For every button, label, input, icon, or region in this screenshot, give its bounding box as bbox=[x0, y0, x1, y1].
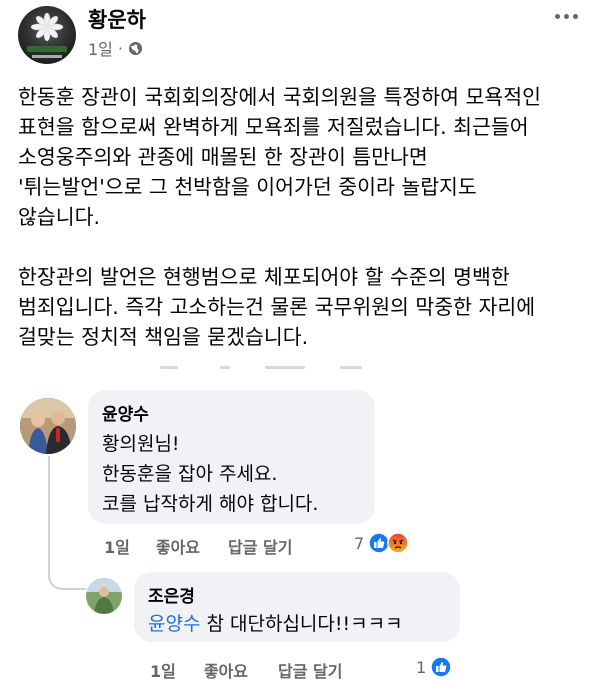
reaction-count: 1 bbox=[416, 657, 427, 677]
author-name[interactable]: 황운하 bbox=[88, 4, 146, 34]
comment-bubble: 윤양수 황의원님! 한동훈을 잡아 주세요. 코를 납작하게 해야 합니다. bbox=[88, 390, 375, 524]
comment: 윤양수 황의원님! 한동훈을 잡아 주세요. 코를 납작하게 해야 합니다. 1… bbox=[0, 390, 600, 570]
globe-icon bbox=[128, 41, 143, 55]
reaction-count: 7 bbox=[354, 533, 365, 553]
reaction-summary[interactable]: 7 bbox=[354, 532, 409, 554]
reply-comment: 조은경 윤양수 참 대단하십니다!!ㅋㅋㅋ 1일 좋아요 답글 달기 1 bbox=[0, 572, 600, 696]
commenter-avatar[interactable] bbox=[20, 398, 76, 454]
comment-actions: 1일 좋아요 답글 달기 bbox=[104, 534, 292, 558]
avatar-photo bbox=[86, 578, 122, 614]
mention-link[interactable]: 윤양수 bbox=[148, 613, 200, 635]
author-avatar[interactable] bbox=[18, 6, 76, 64]
comment-text: 황의원님! 한동훈을 잡아 주세요. 코를 납작하게 해야 합니다. bbox=[102, 433, 319, 515]
post-text: 한동훈 장관이 국회회의장에서 국회의원을 특정하여 모욕적인 표현을 함으로써… bbox=[18, 82, 588, 352]
commenter-name[interactable]: 조은경 bbox=[148, 582, 446, 607]
post-header: 황운하 1일 · bbox=[0, 0, 600, 72]
comment-time[interactable]: 1일 bbox=[104, 534, 130, 558]
like-button[interactable]: 좋아요 bbox=[156, 534, 200, 558]
reply-button[interactable]: 답글 달기 bbox=[278, 658, 342, 682]
comment-text: 윤양수 참 대단하십니다!!ㅋㅋㅋ bbox=[148, 609, 446, 639]
post-paragraph: 한동훈 장관이 국회회의장에서 국회의원을 특정하여 모욕적인 표현을 함으로써… bbox=[18, 85, 541, 229]
post-time[interactable]: 1일 bbox=[88, 36, 113, 60]
meta-separator: · bbox=[117, 38, 123, 58]
more-dot bbox=[572, 13, 578, 19]
angry-icon bbox=[387, 532, 409, 554]
comment-time[interactable]: 1일 bbox=[150, 658, 176, 682]
more-options-button[interactable] bbox=[548, 6, 584, 26]
like-icon bbox=[430, 656, 452, 678]
comment-bubble: 조은경 윤양수 참 대단하십니다!!ㅋㅋㅋ bbox=[134, 572, 460, 642]
comment-text-body: 참 대단하십니다!!ㅋㅋㅋ bbox=[200, 613, 403, 635]
reaction-summary[interactable]: 1 bbox=[416, 656, 452, 678]
reply-thread-line bbox=[48, 456, 86, 590]
comment-actions: 1일 좋아요 답글 달기 bbox=[150, 658, 342, 682]
post-paragraph: 한장관의 발언은 현행범으로 체포되어야 할 수준의 명백한 범죄입니다. 즉각… bbox=[18, 265, 536, 349]
like-button[interactable]: 좋아요 bbox=[204, 658, 248, 682]
more-horizontal-icon bbox=[554, 13, 560, 19]
chrysanthemum-icon bbox=[30, 12, 64, 42]
avatar-ribbon bbox=[27, 46, 67, 52]
more-dot bbox=[563, 13, 569, 19]
faded-divider bbox=[40, 366, 560, 376]
commenter-avatar[interactable] bbox=[86, 578, 122, 614]
avatar-caption-strip bbox=[32, 55, 62, 58]
avatar-photo bbox=[20, 398, 76, 454]
commenter-name[interactable]: 윤양수 bbox=[102, 400, 361, 425]
post-meta: 1일 · bbox=[88, 36, 143, 60]
reply-button[interactable]: 답글 달기 bbox=[228, 534, 292, 558]
